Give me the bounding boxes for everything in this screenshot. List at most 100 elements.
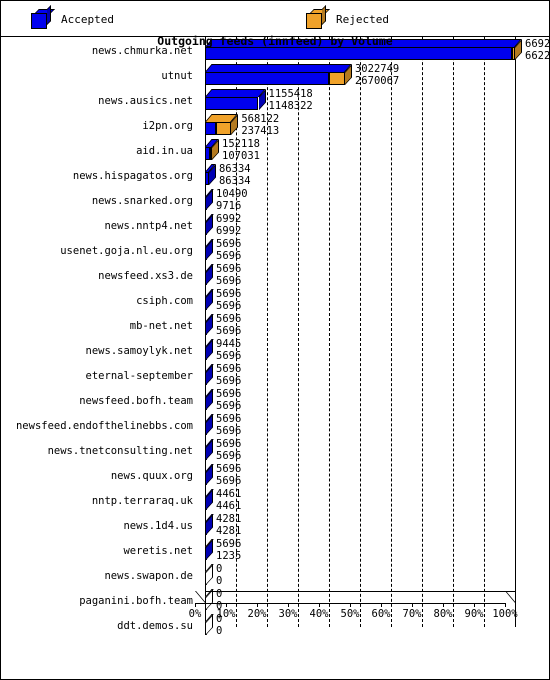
bar-side-face [206,289,213,310]
category-label: usenet.goja.nl.eu.org [60,245,193,257]
bar-row[interactable]: 00 [195,563,549,589]
bar-value-labels: 5696 5696 [216,313,241,337]
x-axis: 0% 10% 20% 30% 40% 50% 60% 70% 80% 90% 100% [189,591,549,643]
category-label: news.swapon.de [104,570,193,582]
bar-side-face [206,364,213,385]
bar-row[interactable]: 5696 5696 [195,363,549,389]
x-axis-tick [381,603,382,607]
bar-row[interactable]: 152118 107031 [195,138,549,164]
category-label: newsfeed.xs3.de [98,270,193,282]
bar-total-value: 5696 [216,388,242,400]
bar-accepted-value: 5696 [216,250,242,262]
legend-item-label: Rejected [336,12,389,26]
axis-depth-connector-right [505,591,517,603]
bar-row[interactable]: 5696 5696 [195,463,549,489]
bar-total-value: 9445 [216,338,242,350]
bar-row[interactable]: 5696 1235 [195,538,549,564]
legend-item-accepted[interactable]: Accepted [31,5,114,31]
bar-side-face [206,239,213,260]
bar-side-face [206,339,213,360]
bar-value-labels: 5696 5696 [216,363,241,387]
bar-row[interactable]: 1155418 1148322 [195,88,549,114]
x-axis-tick [319,603,320,607]
bar-value-labels: 568122 237413 [241,113,279,137]
x-axis-tick [288,603,289,607]
bar-row[interactable]: 86334 86334 [195,163,549,189]
bar-row[interactable]: 6992 6992 [195,213,549,239]
category-label: csiph.com [136,295,193,307]
category-label: news.tnetconsulting.net [47,445,193,457]
category-label: news.nntp4.net [104,220,193,232]
bar-row[interactable]: 10490 9716 [195,188,549,214]
bar-accepted-value: 4281 [216,525,242,537]
bar-accepted-value: 6992 [216,225,242,237]
bar-value-labels: 86334 86334 [219,163,251,187]
bar-value-labels: 5696 5696 [216,238,241,262]
cube-icon [31,5,55,29]
bar-total-value: 86334 [218,163,251,175]
category-label: i2pn.org [142,120,193,132]
bar-value-labels: 00 [216,563,222,587]
bar-total-value: 152118 [222,138,260,150]
category-label: eternal-september [85,370,193,382]
bar-top-face [205,64,352,72]
bar-row[interactable]: 5696 5696 [195,413,549,439]
bar-accepted-value: 0 [216,575,223,587]
bar-row[interactable]: 5696 5696 [195,288,549,314]
bar-accepted-value: 5696 [216,375,242,387]
cube-icon [306,5,330,29]
bar-total-value: 5696 [216,313,242,325]
bar-segment-rejected[interactable] [328,72,345,85]
bar-segment-accepted[interactable] [205,72,329,85]
bar-value-labels: 9445 5696 [216,338,241,362]
cube-front-face [306,13,322,29]
bar-segment-rejected[interactable] [216,122,232,135]
bar-segment-accepted[interactable] [205,47,512,60]
bar-total-value: 568122 [241,113,280,125]
bar-side-face [206,439,213,460]
bar-side-face [206,489,213,510]
bar-row[interactable]: 5696 5696 [195,263,549,289]
bar-row[interactable]: 5696 5696 [195,438,549,464]
bar-accepted-value: 1235 [216,550,242,562]
bar-segment-accepted[interactable] [205,97,259,110]
category-label: news.hispagatos.org [72,170,193,182]
bar-value-labels: 5696 5696 [216,438,241,462]
bar-accepted-value: 9716 [216,200,242,212]
bar-row[interactable]: 5696 5696 [195,388,549,414]
bar-accepted-value: 1148322 [268,100,313,112]
category-label: weretis.net [123,545,193,557]
bar-accepted-value: 86334 [218,175,251,187]
x-axis-tick [474,603,475,607]
bar-segment-accepted[interactable] [205,122,216,135]
bar-row[interactable]: 568122 237413 [195,113,549,139]
x-axis-tick [505,603,506,607]
bar-total-value: 4281 [216,513,242,525]
bar-value-labels: 5696 5696 [216,388,241,412]
bar-row[interactable]: 4461 4461 [195,488,549,514]
category-label: nntp.terraraq.uk [91,495,193,507]
bar-row[interactable]: 3022749 2670067 [195,63,549,89]
bar-value-labels: 5696 5696 [216,263,241,287]
x-axis-tick [412,603,413,607]
bar-row[interactable]: 4281 4281 [195,513,549,539]
x-axis-tick [195,603,196,607]
chart-legend: Accepted Rejected [1,1,549,37]
bar-side-face [206,414,213,435]
legend-item-rejected[interactable]: Rejected [306,5,389,31]
bar-row[interactable]: 5696 5696 [195,313,549,339]
bar-row[interactable]: 9445 5696 [195,338,549,364]
bar-accepted-value: 5696 [216,275,242,287]
bar-side-face [206,514,213,535]
bar-accepted-value: 5696 [216,400,242,412]
x-axis-tick [226,603,227,607]
category-axis-labels: news.chmurka.net utnut news.ausics.net i2pn… [1,37,195,637]
category-label: news.1d4.us [123,520,193,532]
x-axis-tick-label: 100% [492,608,518,620]
bar-value-labels: 5696 1235 [216,538,241,562]
category-label: mb-net.net [129,320,193,332]
bar-total-value: 10490 [216,188,248,200]
x-axis-title: Outgoing feeds (innfeed) by Volume [157,34,393,48]
bar-row[interactable]: 5696 5696 [195,238,549,264]
bar-value-labels: 4461 4461 [216,488,241,512]
